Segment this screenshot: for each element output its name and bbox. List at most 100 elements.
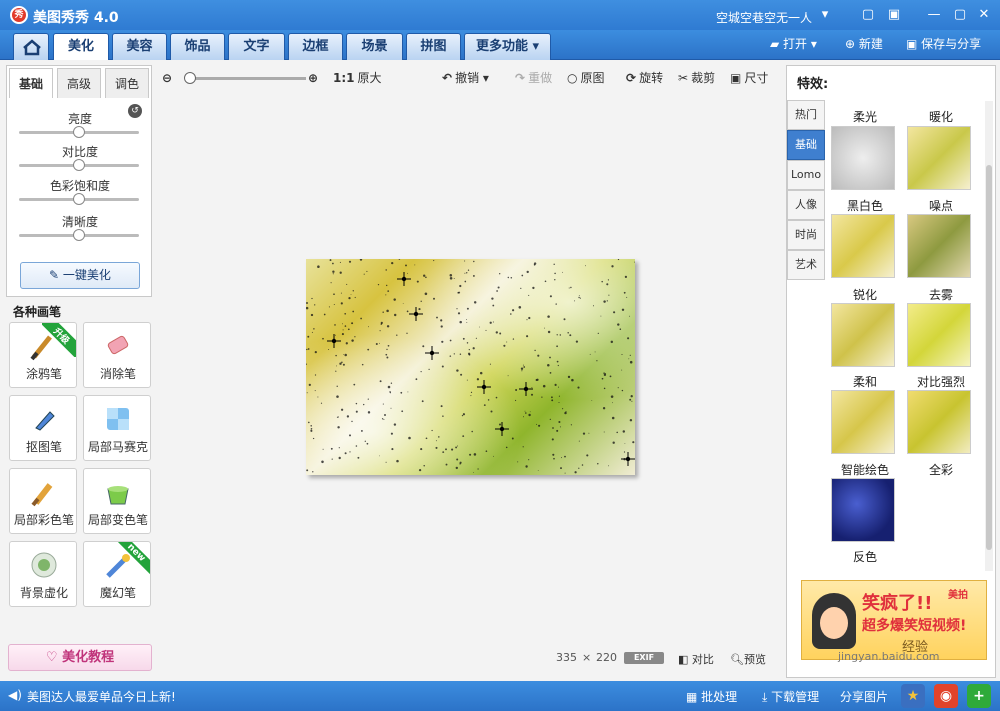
preview-icon: 🔍︎ <box>730 653 744 666</box>
effect-label: 柔光 <box>852 110 877 124</box>
home-button[interactable] <box>13 33 49 60</box>
chat-icon[interactable]: ▢ <box>858 5 878 25</box>
brightness-slider[interactable] <box>19 126 139 138</box>
effect-thumb-noise[interactable] <box>907 214 971 278</box>
effects-panel: 特效: 热门 基础 Lomo 人像 时尚 艺术 柔光 暖化 黑白色 噪点 锐化 … <box>786 65 996 678</box>
sharpness-slider[interactable] <box>19 229 139 241</box>
effect-label: 反色 <box>852 550 877 564</box>
magic-brush-button[interactable]: new 魔幻笔 <box>83 541 151 607</box>
news-ticker[interactable]: 美图达人最爱单品今日上新! <box>27 688 176 705</box>
background-blur-button[interactable]: 背景虚化 <box>9 541 77 607</box>
slider-knob[interactable] <box>73 193 85 205</box>
user-name[interactable]: 空城空巷空无一人 <box>716 9 812 26</box>
ad-subline: 超多爆笑短视频! <box>862 618 967 634</box>
compare-button[interactable]: ◧ 对比 <box>678 651 714 667</box>
batch-process-button[interactable]: ▦ 批处理 <box>686 688 737 705</box>
zoom-in-icon[interactable]: ⊕ <box>308 69 321 87</box>
eraser-brush-button[interactable]: 消除笔 <box>83 322 151 388</box>
cat-tab-basic[interactable]: 基础 <box>787 130 825 160</box>
cat-tab-fashion[interactable]: 时尚 <box>787 220 825 250</box>
crop-button[interactable]: ✂ 裁剪 <box>678 69 715 87</box>
effect-thumb-strong-contrast[interactable] <box>907 390 971 454</box>
maximize-icon[interactable]: ▢ <box>950 5 970 25</box>
effect-thumb-invert[interactable] <box>831 478 895 542</box>
redo-button[interactable]: ↷ 重做 <box>515 69 552 87</box>
save-share-label: 保存与分享 <box>921 37 982 51</box>
qzone-star-icon[interactable]: ★ <box>901 684 925 708</box>
subtab-color[interactable]: 调色 <box>105 68 149 98</box>
effects-scrollbar[interactable] <box>985 101 993 571</box>
effect-label: 暖化 <box>928 110 953 124</box>
redo-label: 重做 <box>528 71 553 85</box>
local-color-brush-button[interactable]: 局部彩色笔 <box>9 468 77 534</box>
watermark: jingyan.baidu.com <box>838 650 940 663</box>
ad-banner[interactable]: 笑疯了!! 超多爆笑短视频! 经验 美拍 <box>801 580 987 660</box>
slider-knob[interactable] <box>73 229 85 241</box>
original-image-button[interactable]: ○ 原图 <box>567 69 605 87</box>
cutout-brush-button[interactable]: 抠图笔 <box>9 395 77 461</box>
doodle-brush-button[interactable]: 升级 涂鸦笔 <box>9 322 77 388</box>
effect-thumb-sharpen[interactable] <box>831 303 895 367</box>
main-tab-bar: 美化 美容 饰品 文字 边框 场景 拼图 更多功能 ▾ ▰ 打开 ▾ ⊕ 新建 … <box>0 30 1000 60</box>
tab-scenes[interactable]: 场景 <box>346 33 403 60</box>
zoom-knob[interactable] <box>184 72 196 84</box>
slider-knob[interactable] <box>73 159 85 171</box>
effect-thumb-soft-light[interactable] <box>831 126 895 190</box>
effect-thumb-bw[interactable] <box>831 214 895 278</box>
open-label: 打开 <box>783 37 808 51</box>
user-dropdown-icon[interactable]: ▾ <box>815 5 835 25</box>
beautify-tutorial-button[interactable]: ♡ 美化教程 <box>8 644 152 671</box>
tab-decorations[interactable]: 饰品 <box>170 33 225 60</box>
tab-beautify[interactable]: 美化 <box>53 33 109 60</box>
contrast-slider[interactable] <box>19 159 139 171</box>
image-canvas[interactable] <box>306 259 635 475</box>
tab-text[interactable]: 文字 <box>228 33 285 60</box>
undo-button[interactable]: ↶ 撤销 ▾ <box>442 69 489 87</box>
resize-icon: ▣ <box>730 71 742 85</box>
effects-title: 特效: <box>797 77 829 92</box>
tab-more-features[interactable]: 更多功能 ▾ <box>464 33 551 60</box>
app-title: 美图秀秀 4.0 <box>33 10 119 26</box>
zoom-slider[interactable] <box>184 72 306 84</box>
more-share-plus-icon[interactable]: + <box>967 684 991 708</box>
zoom-out-icon[interactable]: ⊖ <box>162 69 175 87</box>
rotate-button[interactable]: ⟳ 旋转 <box>626 69 663 87</box>
cat-tab-art[interactable]: 艺术 <box>787 250 825 280</box>
effect-thumb-dehaze[interactable] <box>907 303 971 367</box>
effect-label: 去雾 <box>928 288 953 302</box>
local-recolor-brush-button[interactable]: 局部变色笔 <box>83 468 151 534</box>
slider-knob[interactable] <box>73 126 85 138</box>
new-button[interactable]: ⊕ 新建 <box>845 34 883 54</box>
subtab-advanced[interactable]: 高级 <box>57 68 101 98</box>
one-key-beautify-button[interactable]: ✎ 一键美化 <box>20 262 140 289</box>
effect-label: 对比强烈 <box>916 375 965 389</box>
minimize-icon[interactable]: — <box>924 5 944 25</box>
download-manager-button[interactable]: ⤓ 下载管理 <box>762 688 819 705</box>
tab-beauty[interactable]: 美容 <box>112 33 167 60</box>
circle-icon: ○ <box>567 71 578 85</box>
subtab-basic[interactable]: 基础 <box>9 68 53 98</box>
resize-button[interactable]: ▣ 尺寸 <box>730 69 768 87</box>
effect-thumb-warm[interactable] <box>907 126 971 190</box>
cat-tab-lomo[interactable]: Lomo <box>787 160 825 190</box>
actual-size-button[interactable]: 1:1 原大 <box>333 69 382 87</box>
cat-tab-hot[interactable]: 热门 <box>787 100 825 130</box>
preview-button[interactable]: 🔍︎预览 <box>730 651 766 667</box>
cat-tab-portrait[interactable]: 人像 <box>787 190 825 220</box>
close-icon[interactable]: ✕ <box>974 5 994 25</box>
settings-icon[interactable]: ▣ <box>884 5 904 25</box>
weibo-icon[interactable]: ◉ <box>934 684 958 708</box>
brushes-section-title: 各种画笔 <box>13 305 62 319</box>
saturation-slider[interactable] <box>19 193 139 205</box>
open-button[interactable]: ▰ 打开 ▾ <box>770 34 817 54</box>
tab-frames[interactable]: 边框 <box>288 33 343 60</box>
size-label: 尺寸 <box>744 71 769 85</box>
tab-collage[interactable]: 拼图 <box>406 33 461 60</box>
folder-icon: ▰ <box>770 37 784 51</box>
exif-button[interactable]: EXIF <box>624 652 664 664</box>
save-share-button[interactable]: ▣ 保存与分享 <box>906 34 981 54</box>
scrollbar-thumb[interactable] <box>986 165 992 550</box>
original-label: 原图 <box>580 71 605 85</box>
effect-thumb-soft[interactable] <box>831 390 895 454</box>
local-mosaic-button[interactable]: 局部马赛克 <box>83 395 151 461</box>
